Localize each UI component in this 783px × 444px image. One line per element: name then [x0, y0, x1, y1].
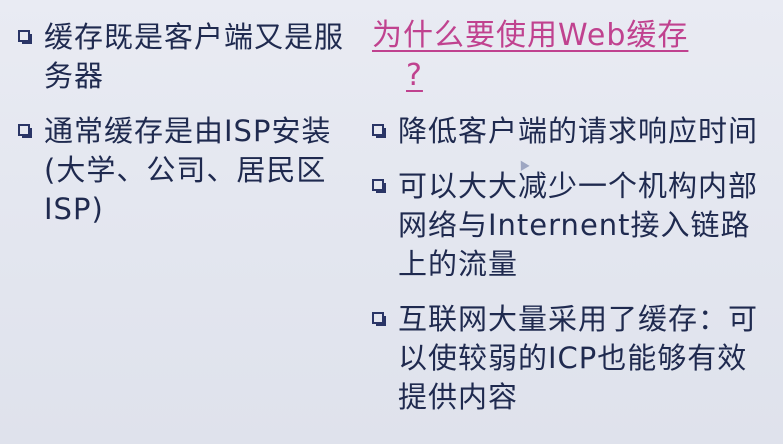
left-column: 缓存既是客户端又是服务器 通常缓存是由ISP安装 (大学、公司、居民区ISP) [18, 18, 348, 245]
list-item: 降低客户端的请求响应时间 [372, 112, 772, 151]
square-bullet-icon [18, 124, 32, 138]
bullet-text: 互联网大量采用了缓存：可以使较弱的ICP也能够有效提供内容 [398, 302, 759, 414]
title-text: 为什么要使用Web缓存 [372, 18, 689, 53]
title-question-mark: ? [406, 58, 423, 93]
bullet-text: 缓存既是客户端又是服务器 [44, 20, 345, 93]
list-item: 通常缓存是由ISP安装 (大学、公司、居民区ISP) [18, 112, 348, 229]
square-bullet-icon [372, 312, 386, 326]
bullet-text: 通常缓存是由ISP安装 (大学、公司、居民区ISP) [44, 114, 332, 226]
right-column: 为什么要使用Web缓存 ? 降低客户端的请求响应时间 可以大大减少一个机构内部网… [372, 16, 772, 433]
square-bullet-icon [372, 179, 386, 193]
square-bullet-icon [372, 124, 386, 138]
list-item: 可以大大减少一个机构内部网络与Internent接入链路上的流量 [372, 167, 772, 284]
slide: 缓存既是客户端又是服务器 通常缓存是由ISP安装 (大学、公司、居民区ISP) … [0, 0, 783, 444]
slide-title: 为什么要使用Web缓存 ? [372, 16, 772, 96]
list-item: 缓存既是客户端又是服务器 [18, 18, 348, 96]
square-bullet-icon [18, 30, 32, 44]
bullet-text: 降低客户端的请求响应时间 [398, 114, 759, 148]
bullet-text: 可以大大减少一个机构内部网络与Internent接入链路上的流量 [398, 169, 759, 281]
list-item: 互联网大量采用了缓存：可以使较弱的ICP也能够有效提供内容 [372, 300, 772, 417]
